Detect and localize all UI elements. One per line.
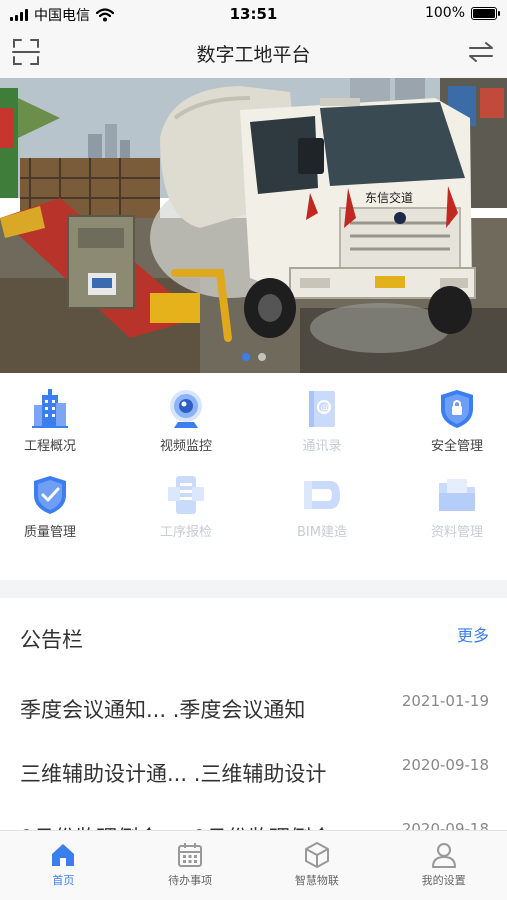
- grid-label: 质量管理: [23, 525, 76, 540]
- carousel-dot[interactable]: [257, 353, 266, 361]
- notice-item-date: 2020-09-18: [401, 756, 489, 774]
- grid-item-bim[interactable]: BIM建造: [272, 459, 372, 545]
- tab-label: 我的设置: [421, 874, 466, 887]
- grid-item-documents[interactable]: 资料管理: [407, 459, 507, 545]
- grid-label: 工程概况: [23, 439, 76, 454]
- contacts-icon: @: [309, 391, 335, 427]
- truck-text: 东信交道: [365, 190, 413, 205]
- grid-item-contacts[interactable]: @ 通讯录: [272, 373, 372, 459]
- phone-form-icon: [168, 476, 204, 514]
- grid-label: 工序报检: [159, 525, 212, 540]
- battery-icon: [471, 6, 500, 20]
- banner-image: 东信交道: [0, 78, 507, 373]
- grid-label: 安全管理: [430, 439, 483, 454]
- shield-check-icon: [34, 476, 66, 514]
- cube-icon: [304, 842, 329, 868]
- notice-title: 公告栏: [20, 628, 83, 652]
- grid-item-quality[interactable]: 质量管理: [0, 459, 100, 545]
- battery-percent: 100%: [424, 5, 465, 21]
- tab-iot[interactable]: 智慧物联: [254, 831, 381, 900]
- camera-icon: [170, 390, 202, 428]
- page-title: 数字工地平台: [196, 44, 311, 66]
- grid-label: 资料管理: [430, 525, 483, 540]
- status-bar: 中国电信 13:51 100%: [0, 0, 507, 28]
- grid-label: 通讯录: [302, 439, 342, 454]
- carousel-dots: [0, 353, 507, 361]
- tab-settings[interactable]: 我的设置: [380, 831, 507, 900]
- tab-bar: 首页 待办事项 智慧物联 我的设置: [0, 830, 507, 900]
- bim-icon: [304, 481, 340, 509]
- tab-label: 智慧物联: [294, 874, 339, 887]
- grid-item-safety[interactable]: 安全管理: [407, 373, 507, 459]
- feature-grid: 工程概况 视频监控 @ 通讯录 安全管理 质量管理 工序报检 BIM建造 资料管…: [0, 373, 507, 578]
- notice-item-text: 三维辅助设计通... .三维辅助设计: [20, 762, 327, 786]
- notice-board: 公告栏 更多 季度会议通知... .季度会议通知 2021-01-19 三维辅助…: [0, 598, 507, 830]
- section-divider: [0, 580, 507, 598]
- tab-label: 首页: [52, 874, 75, 887]
- notice-item-text: 季度会议通知... .季度会议通知: [20, 698, 306, 722]
- grid-item-process-inspection[interactable]: 工序报检: [136, 459, 236, 545]
- notice-item-date: 2021-01-19: [401, 692, 489, 710]
- carousel-dot-active[interactable]: [241, 353, 250, 361]
- notice-item[interactable]: 季度会议通知... .季度会议通知 2021-01-19: [0, 676, 507, 740]
- home-icon: [52, 844, 75, 866]
- shield-lock-icon: [441, 390, 473, 428]
- tab-home[interactable]: 首页: [0, 831, 127, 900]
- banner-carousel[interactable]: 东信交道: [0, 78, 507, 373]
- user-icon: [431, 843, 456, 868]
- tab-label: 待办事项: [168, 874, 213, 887]
- notice-item[interactable]: 三维辅助设计通... .三维辅助设计 2020-09-18: [0, 740, 507, 804]
- tab-todo[interactable]: 待办事项: [127, 831, 254, 900]
- status-right: 100%: [424, 5, 500, 21]
- buildings-icon: [32, 389, 68, 428]
- grid-item-video-monitor[interactable]: 视频监控: [136, 373, 236, 459]
- notice-item-date: 2020-09-18: [401, 820, 489, 830]
- notice-more-link[interactable]: 更多: [457, 622, 489, 646]
- nav-bar: 数字工地平台: [0, 28, 507, 78]
- grid-item-project-overview[interactable]: 工程概况: [0, 373, 100, 459]
- grid-label: 视频监控: [159, 439, 212, 454]
- notice-item-text: 9月份监理例会... .9月份监理例会: [20, 822, 365, 830]
- notice-item[interactable]: 9月份监理例会... .9月份监理例会 2020-09-18: [0, 804, 507, 830]
- switch-icon[interactable]: [467, 40, 495, 64]
- grid-label: BIM建造: [297, 525, 347, 540]
- calendar-icon: [178, 843, 203, 867]
- svg-text:@: @: [321, 404, 330, 414]
- folder-icon: [439, 479, 475, 511]
